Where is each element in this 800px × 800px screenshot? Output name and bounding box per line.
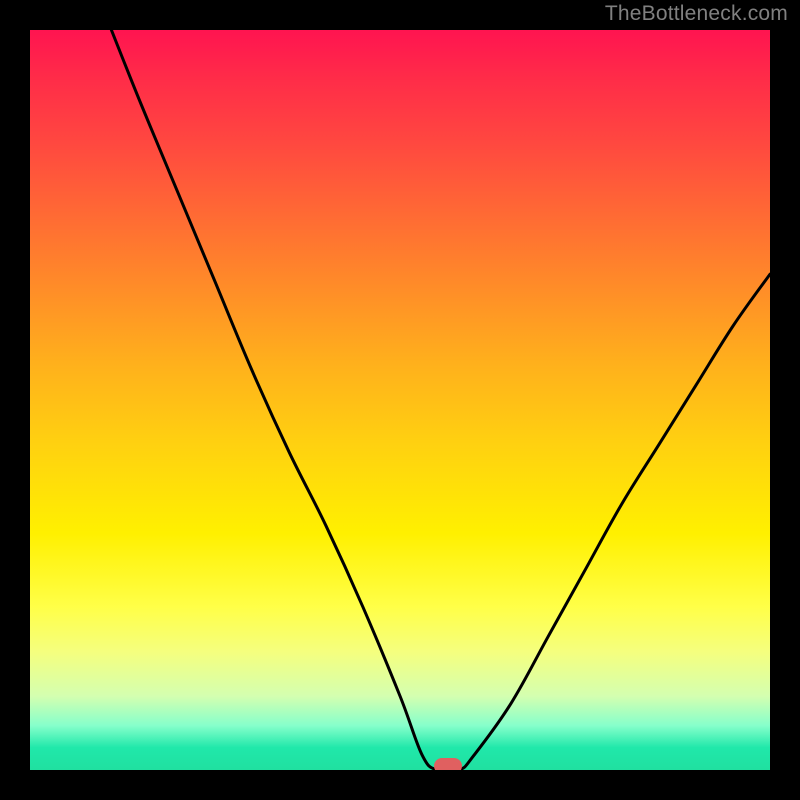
plot-area: [30, 30, 770, 770]
curve-svg: [30, 30, 770, 770]
optimal-marker: [434, 758, 462, 770]
chart-container: TheBottleneck.com: [0, 0, 800, 800]
bottleneck-curve-path: [111, 30, 770, 770]
attribution-label: TheBottleneck.com: [605, 2, 788, 26]
